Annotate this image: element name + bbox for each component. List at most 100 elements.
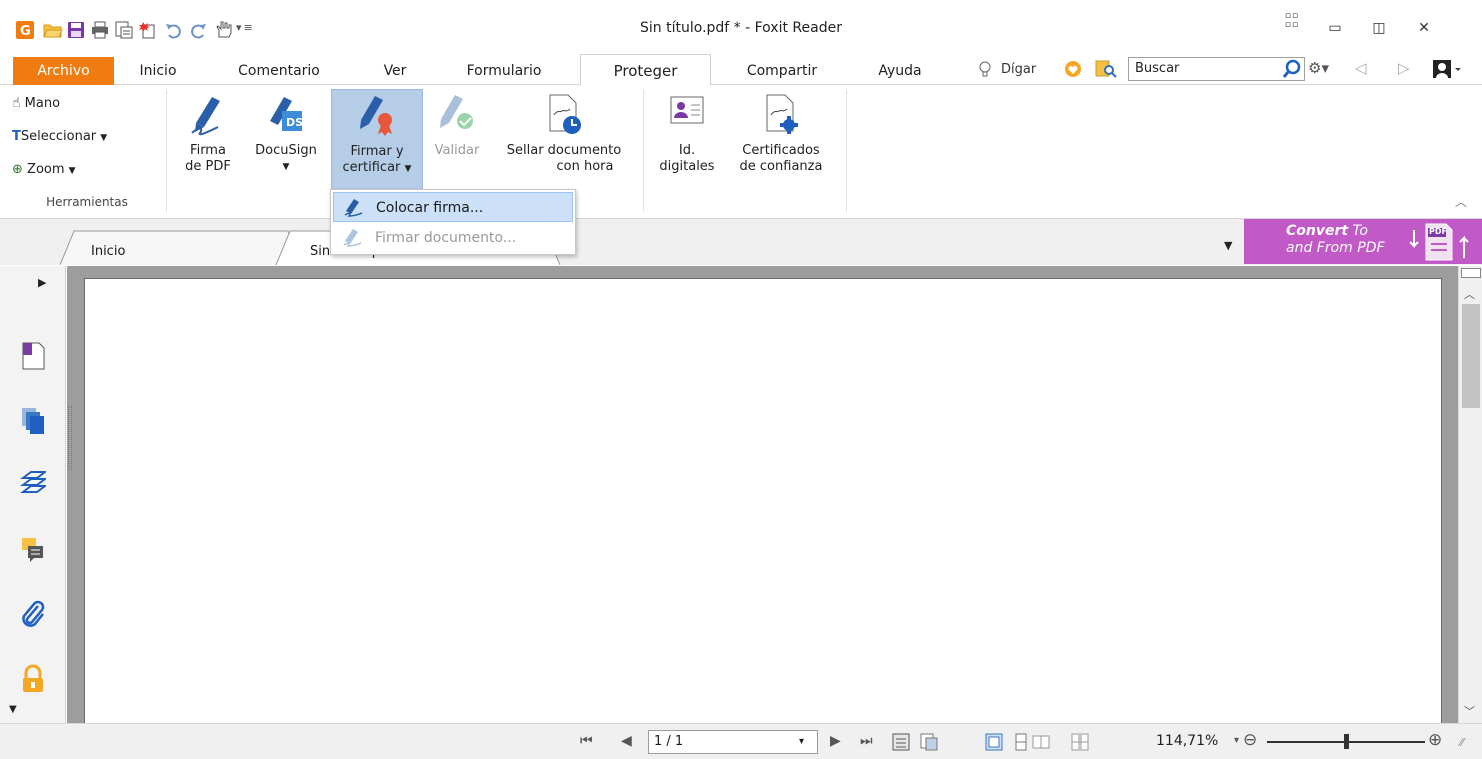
panel-resize-handle[interactable]	[68, 406, 72, 470]
docusign-button[interactable]: DS DocuSign ▼	[246, 89, 326, 191]
first-page-icon[interactable]: ⏮	[580, 733, 593, 749]
tab-list-dropdown-icon[interactable]: ▼	[1224, 239, 1232, 252]
zoom-level[interactable]: 114,71%	[1156, 733, 1218, 749]
zoom-out-icon[interactable]: ⊖	[1243, 730, 1257, 750]
search-input[interactable]: Buscar	[1128, 57, 1305, 81]
timestamp-button[interactable]: Sellar documento con hora	[490, 89, 638, 191]
back-arrow-icon[interactable]: ◁	[1355, 59, 1367, 77]
tab-formulario[interactable]: Formulario	[449, 58, 559, 85]
select-tool-button[interactable]: TSeleccionar ▼	[12, 129, 107, 144]
facing-view-icon[interactable]	[1032, 733, 1050, 751]
zoom-dropdown-icon[interactable]: ▾	[1234, 735, 1239, 746]
navigation-panel: ▶ ▼	[0, 266, 66, 723]
menu-item-place-signature[interactable]: Colocar firma...	[333, 192, 573, 222]
single-page-view-icon[interactable]	[985, 733, 1003, 751]
group-separator	[643, 90, 644, 212]
scrollbar-thumb[interactable]	[1462, 304, 1480, 408]
more-panels-icon[interactable]: ▼	[9, 704, 17, 715]
banner-convert-word: Convert	[1286, 223, 1349, 239]
docusign-icon: DS	[246, 89, 326, 143]
tell-me-field[interactable]: Dígar	[1001, 62, 1036, 77]
comments-icon[interactable]	[20, 534, 46, 564]
validate-button[interactable]: Validar	[426, 89, 488, 191]
resize-grip-icon[interactable]: ⁄⁄	[1460, 736, 1464, 749]
continuous-facing-view-icon[interactable]	[1071, 733, 1089, 751]
previous-page-icon[interactable]: ◀	[621, 733, 632, 749]
pdf-page[interactable]	[84, 278, 1442, 723]
validate-check-icon	[426, 89, 488, 143]
id-card-icon	[652, 89, 722, 143]
reflow-icon[interactable]	[892, 733, 910, 751]
banner-to-word: To	[1348, 223, 1368, 239]
timestamp-label-2: con hora	[556, 159, 614, 174]
tab-ver[interactable]: Ver	[372, 58, 418, 85]
zoom-in-icon[interactable]: ⊕	[1428, 730, 1442, 750]
tab-compartir[interactable]: Compartir	[727, 58, 837, 85]
tab-inicio[interactable]: Inicio	[127, 58, 189, 85]
maximize-button[interactable]: ◫	[1364, 16, 1394, 40]
close-button[interactable]: ✕	[1409, 16, 1439, 40]
timestamp-label-1: Sellar documento	[506, 143, 622, 158]
next-page-icon[interactable]: ▶	[830, 733, 841, 749]
last-page-icon[interactable]: ⏭	[860, 733, 873, 749]
pdf-sign-button[interactable]: Firma de PDF	[172, 89, 244, 191]
minimize-button[interactable]: ▭	[1320, 16, 1350, 40]
ribbon-panel: ☝ Mano TSeleccionar ▼ ⊕ Zoom ▼ Herramien…	[0, 85, 1482, 219]
forward-arrow-icon[interactable]: ▷	[1398, 59, 1410, 77]
hand-tool-button[interactable]: ☝ Mano	[12, 95, 60, 111]
pdf-sign-label-1: Firma	[190, 143, 226, 158]
group-separator	[166, 90, 167, 212]
tab-comentario[interactable]: Comentario	[224, 58, 334, 85]
split-view-handle[interactable]	[1461, 268, 1481, 278]
continuous-view-icon[interactable]	[1012, 733, 1030, 751]
status-bar: ⏮ ◀ 1 / 1 ▾ ▶ ⏭ 114,71% ▾ ⊖ ⊕ ⁄⁄	[0, 723, 1482, 759]
menu-item-sign-document[interactable]: Firmar documento...	[333, 223, 573, 253]
tab-proteger[interactable]: Proteger	[580, 54, 711, 86]
chevron-down-icon: ▼	[404, 164, 412, 174]
search-icon[interactable]	[1282, 59, 1302, 79]
vertical-scrollbar[interactable]: ︿ ﹀	[1458, 266, 1482, 723]
sign-certify-button[interactable]: Firmar y certificar ▼	[331, 89, 423, 191]
digital-ids-button[interactable]: Id. digitales	[652, 89, 722, 191]
page-thumbnails-icon[interactable]	[20, 406, 46, 436]
scroll-down-icon[interactable]: ﹀	[1464, 703, 1475, 719]
scroll-up-icon[interactable]: ︿	[1464, 286, 1475, 302]
sign-certify-label-2: certificar	[342, 160, 401, 175]
layers-icon[interactable]	[20, 468, 48, 498]
doc-tab-inicio[interactable]: Inicio	[91, 244, 125, 259]
expand-panel-icon[interactable]: ▶	[38, 276, 46, 289]
chevron-down-icon: ▼	[100, 133, 108, 143]
svg-text:DS: DS	[286, 116, 303, 129]
user-account-icon[interactable]	[1432, 58, 1462, 80]
hand-tool-label: Mano	[24, 96, 61, 111]
tab-archivo[interactable]: Archivo	[13, 57, 114, 85]
convert-pdf-banner[interactable]: Convert To and From PDF PDF	[1244, 219, 1482, 264]
tab-ayuda[interactable]: Ayuda	[862, 58, 938, 85]
zoom-icon: ⊕	[12, 162, 23, 177]
heart-icon[interactable]	[1063, 60, 1083, 78]
bookmark-page-icon[interactable]	[20, 341, 46, 371]
zoom-tool-button[interactable]: ⊕ Zoom ▼	[12, 162, 76, 177]
collapse-ribbon-icon[interactable]: ︿	[1455, 193, 1467, 210]
extract-page-icon[interactable]	[920, 733, 938, 751]
docusign-label: DocuSign	[255, 143, 317, 158]
trusted-certificates-button[interactable]: Certificados de confianza	[722, 89, 840, 191]
settings-gear-icon[interactable]: ⚙▾	[1308, 59, 1329, 77]
sign-certify-label-1: Firmar y	[350, 144, 404, 159]
place-signature-label: Colocar firma...	[376, 200, 484, 216]
chevron-down-icon: ▼	[282, 162, 290, 172]
trusted-certs-label-2: de confianza	[739, 159, 823, 174]
zoom-tool-label: Zoom	[27, 162, 65, 177]
attachments-icon[interactable]	[20, 600, 46, 630]
window-title: Sin título.pdf * - Foxit Reader	[640, 20, 842, 36]
zoom-slider-thumb[interactable]	[1344, 734, 1349, 749]
search-document-icon[interactable]	[1095, 60, 1117, 78]
restore-layout-icon[interactable]: ▫▫ ▫▫	[1277, 12, 1307, 36]
title-bar: G ▾ ≡ Sin título.pdf * - Foxit Reader ▫▫ ▫…	[0, 0, 1482, 54]
pdf-convert-icon: PDF	[1406, 222, 1476, 262]
security-lock-icon[interactable]	[20, 664, 46, 694]
page-dropdown-icon[interactable]: ▾	[799, 731, 804, 753]
banner-line-1: Convert To	[1286, 224, 1368, 239]
certificate-gear-icon	[722, 89, 840, 143]
page-number-input[interactable]: 1 / 1 ▾	[648, 730, 818, 754]
